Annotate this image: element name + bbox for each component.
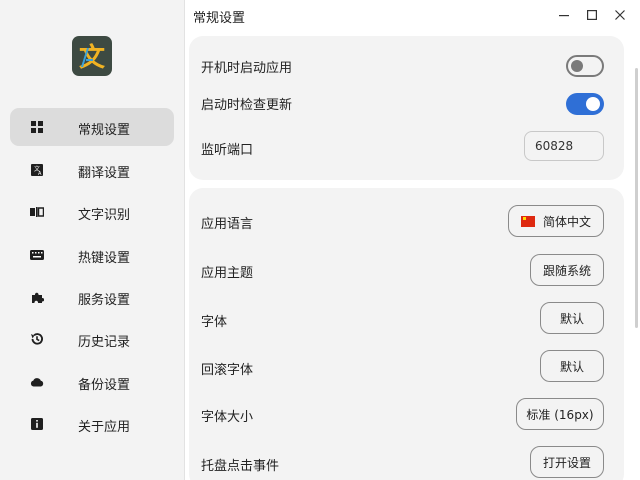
grid-icon: [30, 120, 44, 134]
font-label: 字体: [201, 315, 228, 330]
fallback-font-select[interactable]: 默认: [540, 350, 604, 382]
check-update-label: 启动时检查更新: [201, 98, 293, 113]
vertical-scrollbar[interactable]: [635, 68, 638, 328]
sidebar: 文 常规设置 文A 翻译设置 文字识别 热键设置 服务设置 历史记录 备份设置 …: [0, 0, 184, 480]
minimize-button[interactable]: [553, 4, 575, 26]
language-label: 应用语言: [201, 217, 254, 232]
sidebar-item-backup[interactable]: 备份设置: [10, 363, 174, 401]
maximize-icon: [587, 10, 597, 20]
app-logo-icon: 文: [72, 36, 112, 76]
sidebar-item-about[interactable]: 关于应用: [10, 405, 174, 443]
translate-icon: 文A: [30, 163, 44, 177]
font-size-label: 字体大小: [201, 410, 254, 425]
tray-click-label: 托盘点击事件: [201, 459, 280, 474]
font-size-value: 标准 (16px): [526, 407, 594, 422]
toggle-knob: [586, 97, 600, 111]
theme-select[interactable]: 跟随系统: [530, 254, 604, 286]
svg-text:文: 文: [79, 42, 106, 73]
settings-content: 开机时启动应用 启动时检查更新 监听端口 应用语言 简体中文 应用主题 跟随系统…: [185, 30, 640, 480]
sidebar-item-history[interactable]: 历史记录: [10, 320, 174, 358]
svg-text:A: A: [38, 171, 42, 176]
sidebar-item-ocr[interactable]: 文字识别: [10, 193, 174, 231]
page-title: 常规设置: [193, 11, 246, 26]
tray-click-value: 打开设置: [543, 455, 592, 470]
port-label: 监听端口: [201, 143, 254, 158]
startup-settings-card: 开机时启动应用 启动时检查更新 监听端口: [189, 36, 624, 180]
sidebar-item-label: 翻译设置: [78, 166, 131, 181]
sidebar-item-label: 历史记录: [78, 335, 131, 350]
title-bar: 常规设置: [185, 0, 640, 30]
port-input[interactable]: [524, 131, 604, 161]
puzzle-icon: [30, 290, 44, 304]
appearance-settings-card: 应用语言 简体中文 应用主题 跟随系统 字体 默认 回滚字体 默认 字体大小 标…: [189, 188, 624, 480]
sidebar-item-hotkey[interactable]: 热键设置: [10, 236, 174, 274]
autostart-label: 开机时启动应用: [201, 61, 293, 76]
info-icon: [30, 417, 44, 431]
fallback-font-label: 回滚字体: [201, 363, 254, 378]
sidebar-item-label: 关于应用: [78, 420, 131, 435]
close-button[interactable]: [609, 4, 631, 26]
theme-value: 跟随系统: [543, 263, 592, 278]
minimize-icon: [559, 15, 569, 17]
sidebar-item-label: 热键设置: [78, 251, 131, 266]
keyboard-icon: [30, 248, 44, 262]
tray-click-select[interactable]: 打开设置: [530, 446, 604, 478]
toggle-knob: [571, 60, 583, 72]
ocr-icon: [30, 205, 44, 219]
sidebar-item-label: 常规设置: [78, 123, 131, 138]
sidebar-item-label: 文字识别: [78, 208, 131, 223]
font-select[interactable]: 默认: [540, 302, 604, 334]
language-select[interactable]: 简体中文: [508, 205, 604, 237]
china-flag-icon: [521, 215, 535, 227]
fallback-font-value: 默认: [559, 359, 584, 374]
sidebar-item-general[interactable]: 常规设置: [10, 108, 174, 146]
cloud-icon: [30, 375, 44, 389]
sidebar-item-label: 服务设置: [78, 293, 131, 308]
autostart-toggle[interactable]: [566, 55, 604, 77]
font-value: 默认: [559, 311, 584, 326]
font-size-select[interactable]: 标准 (16px): [516, 398, 604, 430]
history-icon: [30, 332, 44, 346]
close-icon: [615, 10, 625, 20]
sidebar-item-label: 备份设置: [78, 378, 131, 393]
sidebar-item-translate[interactable]: 文A 翻译设置: [10, 151, 174, 189]
language-value: 简体中文: [542, 214, 591, 229]
check-update-toggle[interactable]: [566, 93, 604, 115]
sidebar-item-service[interactable]: 服务设置: [10, 278, 174, 316]
maximize-button[interactable]: [581, 4, 603, 26]
theme-label: 应用主题: [201, 266, 254, 281]
